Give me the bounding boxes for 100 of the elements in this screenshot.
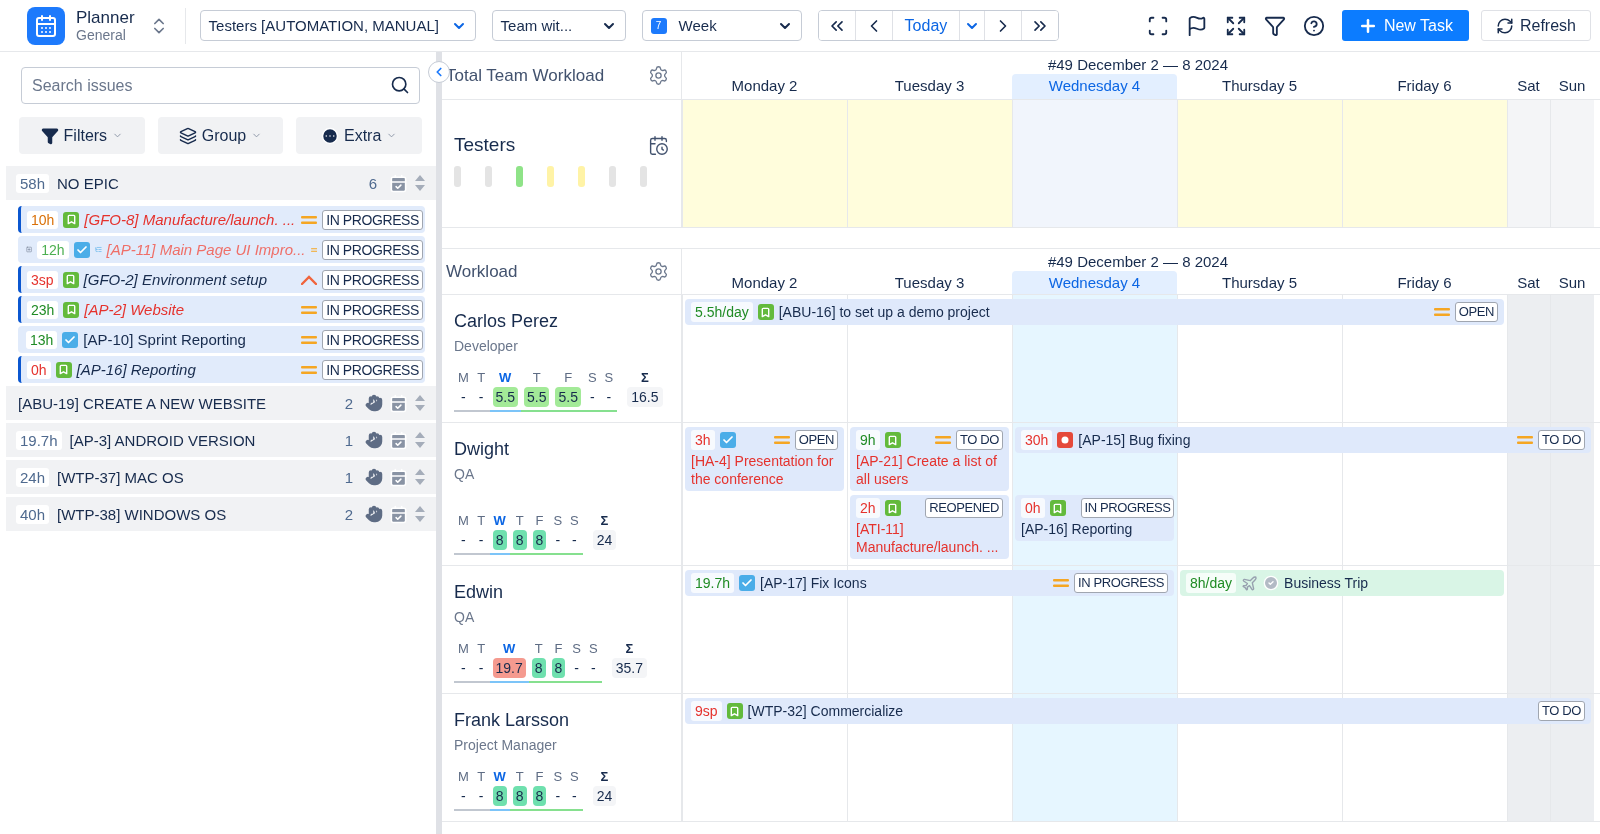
calendar-check-icon[interactable] (389, 504, 408, 524)
status-badge[interactable]: OPEN (1454, 302, 1498, 322)
day-hours: - (477, 787, 485, 806)
epic-row[interactable]: 58h NO EPIC 6 (6, 166, 436, 200)
task-card[interactable]: 9sp [WTP-32] Commercialize TO DO (685, 698, 1591, 724)
status-badge[interactable]: TO DO (1538, 430, 1585, 450)
day-hours: 5.5 (555, 387, 581, 407)
search-field[interactable]: Search issues (21, 67, 420, 104)
weekday-letter: S (552, 769, 564, 784)
toolbar-button[interactable]: Filters (19, 117, 145, 154)
team-filter-dropdown[interactable]: Testers [AUTOMATION, MANUAL] (199, 10, 476, 41)
epic-row[interactable]: [ABU-19] CREATE A NEW WEBSITE 2 (6, 386, 436, 420)
expand-icon[interactable] (1224, 14, 1247, 37)
search-icon[interactable] (390, 75, 410, 95)
day-header[interactable]: Wednesday 4 (1012, 271, 1177, 294)
estimate-label: 58h (16, 173, 50, 193)
status-badge[interactable]: IN PROGRESS (1080, 498, 1174, 518)
status-badge[interactable]: TO DO (1538, 701, 1585, 721)
issue-title: [AP-11] Main Page UI Impro... (106, 241, 306, 258)
task-card[interactable]: 3h OPEN [HA-4] Presentation for the conference (685, 427, 844, 491)
epic-row[interactable]: 19.7h [AP-3] ANDROID VERSION 1 (6, 423, 436, 457)
app-subtitle: General (76, 27, 127, 44)
toolbar-button[interactable]: Extra (296, 117, 422, 154)
day-header[interactable]: Friday 6 (1342, 271, 1507, 294)
issue-row[interactable]: 12h [AP-11] Main Page UI Impro... IN PROGRESS (18, 236, 425, 263)
team-view-dropdown[interactable]: Team wit... (491, 10, 626, 41)
status-badge[interactable]: IN PROGRESS (322, 329, 423, 350)
person-role: Project Manager (454, 737, 558, 753)
status-badge[interactable]: IN PROGRESS (322, 209, 423, 230)
weekday-letter: T (476, 641, 487, 656)
refresh-button[interactable]: Refresh (1480, 10, 1591, 41)
calendar-check-icon[interactable] (389, 173, 408, 193)
day-hours: 19.7 (492, 658, 526, 678)
hand-icon[interactable] (365, 505, 383, 523)
issue-row[interactable]: 0h [AP-16] Reporting IN PROGRESS (18, 356, 425, 383)
scan-icon[interactable] (1146, 14, 1169, 37)
status-badge[interactable]: IN PROGRESS (322, 239, 423, 260)
day-hours: 8 (531, 658, 546, 678)
status-badge[interactable]: IN PROGRESS (322, 299, 423, 320)
issue-row[interactable]: 13h [AP-10] Sprint Reporting IN PROGRESS (18, 326, 425, 353)
issue-row[interactable]: 3sp [GFO-2] Environment setup IN PROGRESS (18, 266, 425, 293)
issue-row[interactable]: 23h [AP-2] Website IN PROGRESS (18, 296, 425, 323)
day-header[interactable]: Tuesday 3 (847, 271, 1012, 294)
first-page-button[interactable] (818, 11, 856, 40)
task-card[interactable]: 2h REOPENED [ATI-11] Manufacture/launch. ... (850, 495, 1009, 559)
calendar-check-icon[interactable] (389, 467, 408, 487)
day-header[interactable]: Monday 2 (682, 271, 847, 294)
task-card[interactable]: 0h IN PROGRESS [AP-16] Reporting (1015, 495, 1174, 541)
view-dropdown[interactable]: 7 Week (641, 10, 802, 41)
calendar-check-icon[interactable] (389, 430, 408, 450)
more-icon (321, 126, 339, 145)
status-badge[interactable]: IN PROGRESS (1074, 573, 1168, 593)
epic-row[interactable]: 40h [WTP-38] WINDOWS OS 2 (6, 497, 436, 531)
weekday-letter: T (514, 513, 525, 528)
new-task-button[interactable]: New Task (1341, 10, 1469, 41)
settings-icon[interactable] (648, 261, 669, 282)
filter-icon[interactable] (1263, 14, 1286, 37)
day-hours: 5.5 (492, 387, 518, 407)
layers-icon (178, 126, 197, 145)
day-header[interactable]: Wednesday 4 (1012, 74, 1177, 99)
day-header[interactable]: Sat (1507, 74, 1550, 99)
day-header[interactable]: Sun (1550, 271, 1594, 294)
status-badge[interactable]: OPEN (794, 430, 838, 450)
task-card[interactable]: 19.7h [AP-17] Fix Icons IN PROGRESS (685, 570, 1174, 596)
sum-symbol: Σ (599, 769, 610, 784)
hand-icon[interactable] (365, 468, 383, 486)
hand-icon[interactable] (365, 431, 383, 449)
weekday-letter: S (569, 769, 580, 784)
total-hours: 24 (592, 530, 617, 550)
issue-row[interactable]: 10h [GFO-8] Manufacture/launch. ... IN PROGRESS (18, 206, 425, 233)
status-badge[interactable]: IN PROGRESS (322, 359, 423, 380)
epic-row[interactable]: 24h [WTP-37] MAC OS 1 (6, 460, 436, 494)
hand-icon[interactable] (365, 394, 383, 412)
calendar-clock-icon[interactable] (648, 134, 669, 156)
task-card[interactable]: 9h TO DO [AP-21] Create a list of all users (850, 427, 1009, 491)
day-header[interactable]: Tuesday 3 (847, 74, 1012, 99)
day-header[interactable]: Friday 6 (1342, 74, 1507, 99)
task-card[interactable]: 5.5h/day [ABU-16] to set up a demo project OPEN (685, 299, 1504, 325)
status-badge[interactable]: REOPENED (925, 498, 1003, 518)
task-card[interactable]: 30h [AP-15] Bug fixing TO DO (1015, 427, 1591, 453)
day-header[interactable]: Sun (1550, 74, 1594, 99)
weekday-letter: M (457, 370, 470, 385)
day-header[interactable]: Thursday 5 (1177, 74, 1342, 99)
settings-icon[interactable] (648, 65, 669, 86)
funnel-icon (40, 126, 59, 145)
day-header[interactable]: Sat (1507, 271, 1550, 294)
toolbar-button[interactable]: Group (157, 117, 284, 154)
estimate-label: 9sp (691, 701, 722, 721)
calendar-app-icon[interactable] (27, 6, 65, 45)
help-icon[interactable] (1302, 14, 1325, 37)
person-role: Developer (454, 338, 519, 354)
calendar-check-icon[interactable] (389, 393, 408, 413)
status-badge[interactable]: IN PROGRESS (322, 269, 423, 290)
day-header[interactable]: Thursday 5 (1177, 271, 1342, 294)
collapse-button[interactable] (428, 61, 450, 83)
task-title: [HA-4] Presentation for the conference (691, 452, 835, 488)
task-card[interactable]: 8h/day Business Trip (1180, 570, 1504, 596)
day-header[interactable]: Monday 2 (682, 74, 847, 99)
status-badge[interactable]: TO DO (956, 430, 1003, 450)
total-hours: 35.7 (611, 658, 647, 678)
